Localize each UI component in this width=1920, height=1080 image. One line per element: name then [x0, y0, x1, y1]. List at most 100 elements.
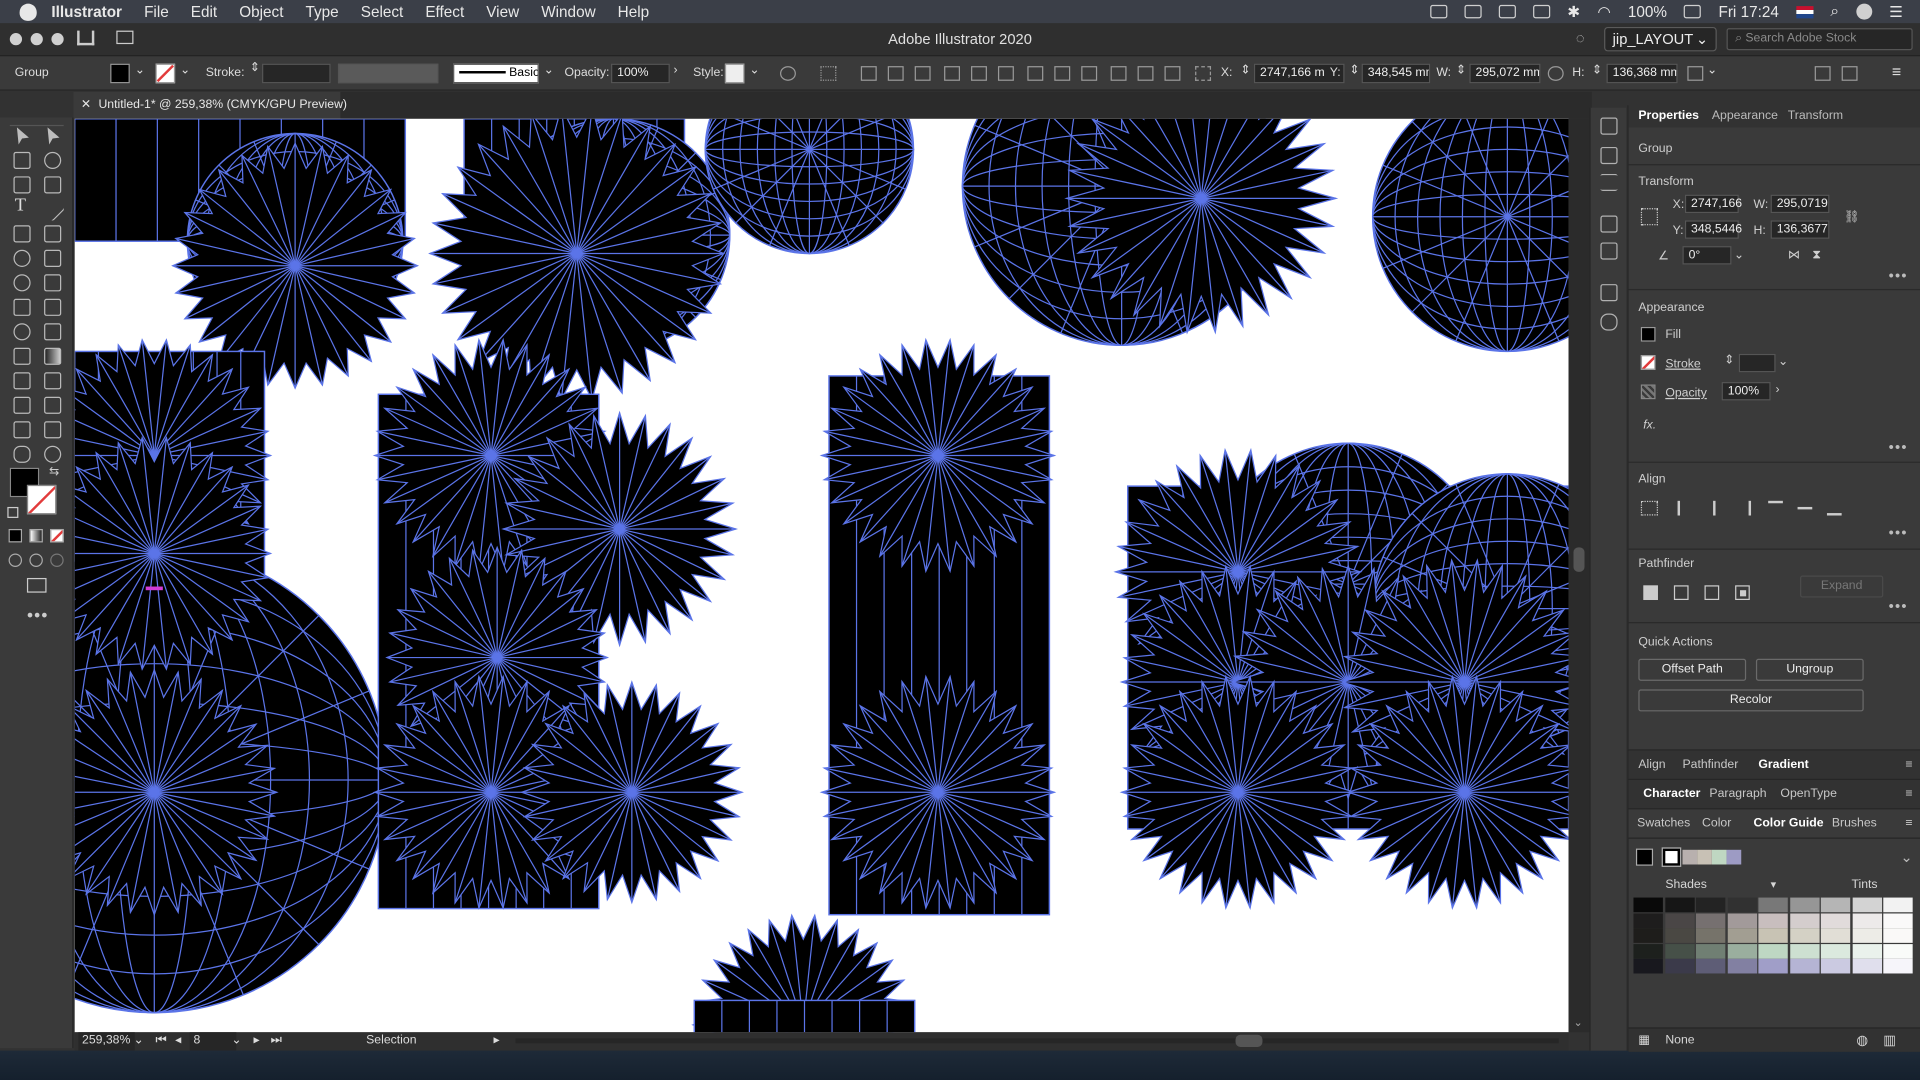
h-field[interactable]: 136,368 mm	[1606, 63, 1678, 84]
x-stepper[interactable]: ⇕	[1240, 64, 1250, 77]
color-guide-cell[interactable]	[1883, 897, 1913, 913]
distribute-left-icon[interactable]	[1110, 66, 1127, 81]
opacity-input[interactable]: 100%	[1721, 382, 1771, 401]
letter-m-top-left-burst-center[interactable]	[1234, 568, 1242, 576]
edit-toolbar-icon[interactable]: •••	[27, 605, 49, 625]
reference-point-grid-icon[interactable]	[1640, 208, 1658, 226]
none-mode-icon[interactable]	[50, 528, 64, 543]
top-center-burst-center[interactable]	[573, 249, 581, 258]
gradient-tool-icon[interactable]	[44, 347, 62, 365]
prop-y-field[interactable]: 348,5446	[1684, 220, 1742, 239]
panel-align-center-icon[interactable]	[1713, 500, 1728, 516]
color-guide-cell[interactable]	[1789, 943, 1819, 959]
align-top-icon[interactable]	[944, 66, 961, 81]
airplay-icon[interactable]	[1533, 4, 1551, 19]
tab-brushes[interactable]: Brushes	[1832, 817, 1877, 830]
screen-icon[interactable]	[1430, 4, 1448, 19]
column-graph-tool-icon[interactable]	[44, 396, 62, 414]
transform-icon[interactable]	[1687, 66, 1704, 81]
color-guide-cell[interactable]	[1727, 897, 1757, 913]
distribute-bottom-icon[interactable]	[1081, 66, 1098, 81]
color-mode-icon[interactable]	[8, 528, 23, 543]
stroke-weight-stepper[interactable]: ⇕	[1724, 354, 1734, 367]
color-guide-cell[interactable]	[1727, 958, 1757, 974]
letter-k-bottom-burst-center[interactable]	[487, 788, 495, 796]
harmony-swatch[interactable]	[1711, 849, 1727, 865]
tab-pathfinder[interactable]: Pathfinder	[1682, 758, 1738, 771]
clock[interactable]: Fri 17:24	[1718, 3, 1778, 20]
menu-select[interactable]: Select	[361, 3, 404, 20]
zoom-field[interactable]: 259,38%	[78, 1032, 135, 1051]
letter-j-mid-burst-center[interactable]	[150, 549, 158, 558]
base-color-black[interactable]	[1635, 848, 1654, 866]
color-guide-cell[interactable]	[1883, 958, 1913, 974]
layers-icon[interactable]	[1600, 117, 1618, 135]
tab-paragraph[interactable]: Paragraph	[1709, 787, 1766, 800]
shape-builder-tool-icon[interactable]	[13, 323, 31, 341]
constrain-proportions-icon[interactable]: ⛓	[1844, 211, 1860, 224]
scroll-down-icon[interactable]: ⌄	[1573, 1016, 1582, 1029]
color-guide-cell[interactable]	[1820, 943, 1851, 959]
ungroup-button[interactable]: Ungroup	[1755, 658, 1864, 681]
draw-behind-icon[interactable]	[29, 553, 43, 567]
rotate-tool-icon[interactable]	[13, 274, 31, 292]
letter-i-bottom-burst-center[interactable]	[934, 788, 942, 796]
panel-align-right-icon[interactable]	[1736, 500, 1752, 516]
color-guide-cell[interactable]	[1758, 897, 1788, 913]
color-guide-grid[interactable]	[1633, 897, 1915, 974]
scale-tool-icon[interactable]	[44, 274, 62, 292]
prop-w-field[interactable]: 295,0719	[1770, 194, 1830, 214]
top-center-right-globe-group[interactable]	[704, 118, 915, 255]
align-bottom-icon[interactable]	[997, 66, 1014, 81]
stroke-dropdown-icon[interactable]: ⌄	[180, 64, 190, 77]
fill-swatch-small[interactable]	[1640, 326, 1656, 342]
align-right-icon[interactable]	[914, 66, 931, 81]
screen-mode-icon[interactable]	[26, 577, 47, 593]
align-to-icon[interactable]	[820, 66, 837, 81]
type-tool-icon[interactable]: T	[15, 196, 26, 217]
shaper-tool-icon[interactable]	[13, 249, 31, 267]
workspace-switcher[interactable]: jip_LAYOUT ⌄	[1604, 26, 1717, 52]
zoom-dropdown-icon[interactable]: ⌄	[133, 1033, 143, 1046]
stroke-weight-input[interactable]	[1738, 353, 1776, 373]
stroke-weight-field[interactable]	[262, 63, 331, 84]
color-guide-cell[interactable]	[1727, 928, 1757, 943]
stroke-color-icon[interactable]	[26, 484, 57, 515]
color-guide-cell[interactable]	[1695, 958, 1726, 974]
panel-align-left-icon[interactable]	[1677, 500, 1693, 516]
horizontal-scroll-thumb[interactable]	[1235, 1034, 1263, 1047]
status-text[interactable]: Selection	[366, 1033, 416, 1046]
color-guide-cell[interactable]	[1664, 897, 1695, 913]
align-middle-icon[interactable]	[971, 66, 987, 81]
panel-align-bottom-icon[interactable]	[1826, 501, 1842, 516]
prop-x-field[interactable]: 2747,166	[1684, 194, 1742, 214]
y-stepper[interactable]: ⇕	[1349, 64, 1359, 77]
color-guide-cell[interactable]	[1633, 912, 1663, 928]
mesh-tool-icon[interactable]	[13, 347, 31, 365]
unite-icon[interactable]	[1643, 585, 1658, 601]
top-right-burst-center[interactable]	[1197, 194, 1205, 203]
prop-h-field[interactable]: 136,3677	[1770, 220, 1830, 239]
brush-dropdown-icon[interactable]: ⌄	[544, 64, 554, 77]
menu-window[interactable]: Window	[541, 3, 595, 20]
appearance-more-icon[interactable]: •••	[1889, 438, 1908, 455]
color-guide-cell[interactable]	[1883, 912, 1913, 928]
flag-icon[interactable]	[1796, 5, 1814, 18]
document-tab[interactable]: ✕ Untitled-1* @ 259,38% (CMYK/GPU Preview…	[73, 91, 347, 119]
menu-help[interactable]: Help	[618, 3, 649, 20]
color-guide-cell[interactable]	[1727, 943, 1757, 959]
stroke-swatch[interactable]	[155, 63, 176, 84]
cloud-icon[interactable]	[1464, 4, 1482, 19]
rectangle-tool-icon[interactable]	[13, 225, 31, 243]
pen-tool-icon[interactable]	[13, 176, 31, 194]
distribute-right-icon[interactable]	[1164, 66, 1181, 81]
horizontal-scrollbar[interactable]	[515, 1038, 1559, 1044]
color-guide-cell[interactable]	[1883, 943, 1913, 959]
previous-artboard-icon[interactable]: ◂	[175, 1033, 181, 1046]
transform-more-icon[interactable]: •••	[1889, 267, 1908, 284]
color-guide-cell[interactable]	[1820, 928, 1851, 943]
letter-k-leg-burst-center[interactable]	[628, 788, 636, 796]
color-guide-cell[interactable]	[1852, 912, 1882, 928]
artboards-icon[interactable]	[1600, 146, 1618, 165]
arrange-icon[interactable]	[1841, 66, 1858, 81]
